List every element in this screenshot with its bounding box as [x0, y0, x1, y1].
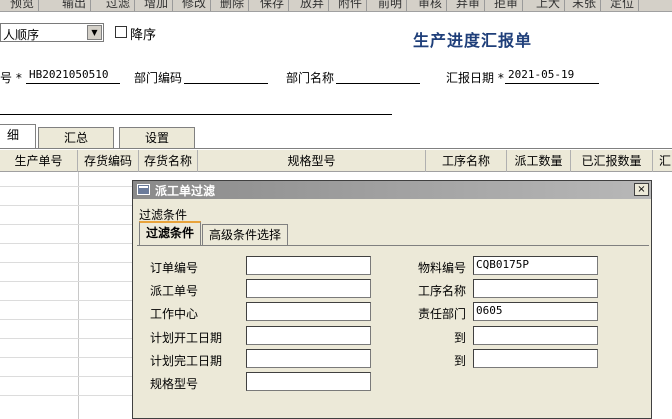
toolbar: 预览 输出 过滤 增加 修改 删除 保存 放弃 附件 前明 审核 弃审 拒审 上… [0, 0, 672, 12]
dept-code-label: 部门编码 [134, 71, 183, 85]
dispatch-number-label: 派工单号 [150, 284, 199, 298]
dept-code-field[interactable] [184, 83, 268, 84]
tab-filter-conditions[interactable]: 过滤条件 [139, 221, 202, 246]
grid-column-line [78, 172, 79, 419]
report-date-value[interactable]: 2021-05-19 [508, 68, 574, 81]
dispatch-number-input[interactable] [246, 279, 371, 298]
descending-checkbox[interactable] [115, 26, 127, 38]
grid-row-line [0, 243, 135, 244]
planned-finish-to-input[interactable] [473, 349, 598, 368]
document-number-underline [26, 83, 120, 84]
planned-start-to-input[interactable] [473, 326, 598, 345]
dialog-tab-divider [137, 245, 649, 246]
grid-row-line [0, 205, 135, 206]
header-separator [0, 114, 392, 115]
material-number-input[interactable]: CQB0175P [473, 256, 598, 275]
grid-row-line [0, 262, 135, 263]
dialog-title-bar[interactable]: 派工单过滤 × [133, 181, 651, 199]
planned-finish-label: 计划完工日期 [150, 354, 223, 368]
planned-start-label: 计划开工日期 [150, 331, 223, 345]
spec-model-label: 规格型号 [150, 377, 199, 391]
toolbar-save-button[interactable]: 保存 [256, 0, 290, 11]
grid-header: 生产单号 存货编码 存货名称 规格型号 工序名称 派工数量 已汇报数量 汇 [0, 150, 672, 172]
responsible-dept-label: 责任部门 [418, 307, 467, 321]
close-icon[interactable]: × [634, 183, 649, 196]
toolbar-first-button[interactable]: 上大 [532, 0, 566, 11]
col-spec[interactable]: 规格型号 [198, 150, 426, 172]
grid-row-line [0, 224, 135, 225]
grid-row-line [0, 357, 135, 358]
col-reported-qty[interactable]: 已汇报数量 [571, 150, 653, 172]
page-title: 生产进度汇报单 [413, 31, 533, 50]
grid-row-line [0, 186, 135, 187]
tab-divider [0, 148, 672, 149]
tab-summary[interactable]: 汇总 [38, 127, 114, 149]
process-name-label: 工序名称 [418, 284, 467, 298]
toolbar-preview-button[interactable]: 预览 [6, 0, 40, 11]
grid-row-line [0, 338, 135, 339]
col-summary[interactable]: 汇 [653, 150, 672, 172]
planned-finish-input[interactable] [246, 349, 371, 368]
toolbar-discard-button[interactable]: 放弃 [296, 0, 330, 11]
dept-name-label: 部门名称 [286, 71, 335, 85]
dispatch-filter-dialog: 派工单过滤 × 过滤条件 过滤条件 高级条件选择 订单编号 派工单号 工作中心 … [132, 180, 652, 419]
toolbar-attach-button[interactable]: 附件 [334, 0, 368, 11]
toolbar-edit-button[interactable]: 修改 [178, 0, 212, 11]
tab-advanced-conditions[interactable]: 高级条件选择 [202, 224, 289, 246]
document-number-value[interactable]: HB2021050510 [29, 68, 108, 81]
col-item-name[interactable]: 存货名称 [139, 150, 198, 172]
tab-detail[interactable]: 细 [0, 124, 36, 149]
spec-model-input[interactable] [246, 372, 371, 391]
sort-order-value: 人顺序 [3, 28, 40, 42]
responsible-dept-input[interactable]: 0605 [473, 302, 598, 321]
grid-row-line [0, 319, 135, 320]
planned-start-input[interactable] [246, 326, 371, 345]
work-center-label: 工作中心 [150, 307, 199, 321]
dialog-title: 派工单过滤 [155, 184, 216, 198]
toolbar-add-button[interactable]: 增加 [140, 0, 174, 11]
document-number-label: 号 * [0, 71, 22, 85]
col-dispatch-qty[interactable]: 派工数量 [507, 150, 571, 172]
window-icon [137, 184, 150, 195]
grid-row-line [0, 281, 135, 282]
descending-label: 降序 [130, 28, 157, 43]
process-name-input[interactable] [473, 279, 598, 298]
grid-row-line [0, 376, 135, 377]
col-process-name[interactable]: 工序名称 [426, 150, 507, 172]
material-number-label: 物料编号 [418, 261, 467, 275]
toolbar-locate-button[interactable]: 定位 [606, 0, 640, 11]
col-item-code[interactable]: 存货编码 [78, 150, 139, 172]
sort-order-select[interactable]: 人顺序 ▼ [0, 23, 104, 42]
grid-row-line [0, 395, 135, 396]
chevron-down-icon[interactable]: ▼ [87, 25, 102, 40]
work-center-input[interactable] [246, 302, 371, 321]
planned-start-to-label: 到 [454, 331, 467, 345]
order-number-input[interactable] [246, 256, 371, 275]
toolbar-delete-button[interactable]: 删除 [216, 0, 250, 11]
toolbar-output-button[interactable]: 输出 [58, 0, 92, 11]
toolbar-last-button[interactable]: 末张 [568, 0, 602, 11]
order-number-label: 订单编号 [150, 261, 199, 275]
report-date-label: 汇报日期 * [446, 71, 504, 85]
toolbar-prev-button[interactable]: 前明 [374, 0, 408, 11]
tab-settings[interactable]: 设置 [119, 127, 195, 149]
col-production-order[interactable]: 生产单号 [0, 150, 78, 172]
toolbar-reject-button[interactable]: 拒审 [490, 0, 524, 11]
report-date-underline [505, 83, 599, 84]
dept-name-field[interactable] [336, 83, 420, 84]
planned-finish-to-label: 到 [454, 354, 467, 368]
grid-row-line [0, 300, 135, 301]
toolbar-unaudit-button[interactable]: 弃审 [452, 0, 486, 11]
toolbar-filter-button[interactable]: 过滤 [102, 0, 136, 11]
toolbar-audit-button[interactable]: 审核 [414, 0, 448, 11]
